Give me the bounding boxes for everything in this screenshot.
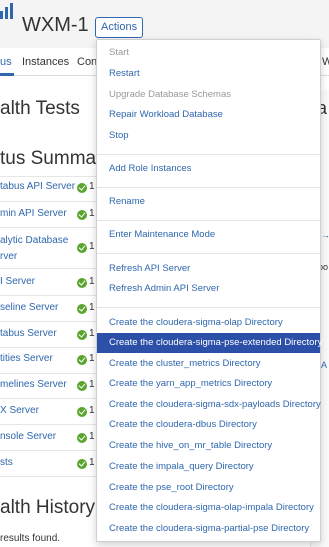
status-row-link[interactable]: tabus API Server <box>0 181 75 192</box>
status-row: melines Server 1 <box>0 379 96 393</box>
check-circle-icon <box>77 459 87 469</box>
status-row-count[interactable]: 1 <box>89 405 95 416</box>
divider <box>0 227 96 228</box>
divider <box>0 268 96 269</box>
status-row: nsole Server 1 <box>0 431 96 445</box>
check-circle-icon <box>77 355 87 365</box>
menu-item-repair-workload-database[interactable]: Repair Workload Database <box>97 105 320 125</box>
status-row-count[interactable]: 1 <box>89 276 95 287</box>
menu-item-create-hive-on-mr-table-dir[interactable]: Create the hive_on_mr_table Directory <box>97 436 320 456</box>
status-row: tities Server 1 <box>0 353 96 367</box>
menu-item-create-sigma-olap-impala-dir[interactable]: Create the cloudera-sigma-olap-impala Di… <box>97 498 320 518</box>
menu-item-create-pse-root-dir[interactable]: Create the pse_root Directory <box>97 478 320 498</box>
tab-instances[interactable]: Instances <box>22 56 69 68</box>
menu-item-create-sigma-olap-dir[interactable]: Create the cloudera-sigma-olap Directory <box>97 313 320 333</box>
menu-separator <box>97 253 320 254</box>
tab-more[interactable]: W <box>322 56 329 68</box>
check-circle-icon <box>77 210 87 220</box>
divider <box>0 321 96 322</box>
check-circle-icon <box>77 433 87 443</box>
check-circle-icon <box>77 183 87 193</box>
status-row: I Server 1 <box>0 276 96 290</box>
divider <box>0 295 96 296</box>
check-circle-icon <box>77 407 87 417</box>
status-row: seline Server 1 <box>0 302 96 316</box>
divider <box>0 201 96 202</box>
menu-item-create-cluster-metrics-dir[interactable]: Create the cluster_metrics Directory <box>97 354 320 374</box>
status-row-link[interactable]: sts <box>0 457 13 468</box>
status-row: X Server 1 <box>0 405 96 419</box>
active-tab-indicator <box>0 73 14 76</box>
status-row-link[interactable]: alytic Database <box>0 235 68 246</box>
menu-item-create-sigma-pse-extended-dir[interactable]: Create the cloudera-sigma-pse-extended D… <box>97 333 322 353</box>
menu-separator <box>97 187 320 188</box>
menu-item-create-sigma-partial-pse-dir[interactable]: Create the cloudera-sigma-partial-pse Di… <box>97 519 320 539</box>
check-circle-icon <box>77 243 87 253</box>
status-row-count[interactable]: 1 <box>89 241 95 252</box>
status-row: sts 1 <box>0 457 96 471</box>
menu-item-create-sigma-sdx-payloads-dir[interactable]: Create the cloudera-sigma-sdx-payloads D… <box>97 395 321 415</box>
menu-item-restart[interactable]: Restart <box>97 64 320 84</box>
status-row-count[interactable]: 1 <box>89 379 95 390</box>
status-row-count[interactable]: 1 <box>89 302 95 313</box>
menu-item-create-yarn-app-metrics-dir[interactable]: Create the yarn_app_metrics Directory <box>97 374 320 394</box>
menu-separator <box>97 307 320 308</box>
check-circle-icon <box>77 381 87 391</box>
status-row-link[interactable]: seline Server <box>0 302 58 313</box>
status-row-link[interactable]: I Server <box>0 276 35 287</box>
panel-link-fragment[interactable]: A <box>321 360 327 370</box>
status-row-link[interactable]: nsole Server <box>0 431 56 442</box>
divider <box>0 450 96 451</box>
menu-item-create-impala-query-dir[interactable]: Create the impala_query Directory <box>97 457 320 477</box>
status-row-link[interactable]: X Server <box>0 405 39 416</box>
menu-item-refresh-api-server[interactable]: Refresh API Server <box>97 259 320 279</box>
status-row-link-cont[interactable]: rver <box>0 251 17 262</box>
status-row-link[interactable]: tabus Server <box>0 328 57 339</box>
actions-dropdown-menu: Start Restart Upgrade Database Schemas R… <box>96 39 322 542</box>
tab-status[interactable]: us <box>0 56 12 68</box>
divider <box>0 476 96 477</box>
status-row-count[interactable]: 1 <box>89 208 95 219</box>
menu-item-start: Start <box>109 47 130 58</box>
divider <box>0 347 96 348</box>
status-row-count[interactable]: 1 <box>89 431 95 442</box>
menu-item-upgrade-database-schemas: Upgrade Database Schemas <box>109 89 231 100</box>
menu-item-rename[interactable]: Rename <box>97 192 320 212</box>
no-results-text: results found. <box>0 533 61 544</box>
menu-separator <box>97 220 320 221</box>
actions-button[interactable]: Actions <box>95 17 143 47</box>
divider <box>0 373 96 374</box>
divider <box>0 424 96 425</box>
menu-item-enter-maintenance-mode[interactable]: Enter Maintenance Mode <box>97 225 320 245</box>
status-row-count[interactable]: 1 <box>89 353 95 364</box>
menu-item-stop[interactable]: Stop <box>97 126 320 146</box>
status-row-link[interactable]: melines Server <box>0 379 67 390</box>
status-row: tabus Server 1 <box>0 328 96 342</box>
status-row-count[interactable]: 1 <box>89 328 95 339</box>
status-row-link[interactable]: tities Server <box>0 353 53 364</box>
health-tests-heading: alth Tests <box>0 98 80 119</box>
divider <box>0 398 96 399</box>
actions-button-label: Actions <box>101 21 138 33</box>
status-row: min API Server 1 <box>0 208 96 222</box>
check-circle-icon <box>77 330 87 340</box>
status-row-count[interactable]: 1 <box>89 181 95 192</box>
status-row-link[interactable]: min API Server <box>0 208 67 219</box>
menu-separator <box>97 154 320 155</box>
check-circle-icon <box>77 304 87 314</box>
page-title: WXM-1 <box>22 14 89 36</box>
menu-item-create-cloudera-dbus-dir[interactable]: Create the cloudera-dbus Directory <box>97 415 320 435</box>
menu-item-add-role-instances[interactable]: Add Role Instances <box>97 159 320 179</box>
check-circle-icon <box>77 278 87 288</box>
status-row: alytic Database rver 1 <box>0 235 96 265</box>
status-row: tabus API Server 1 <box>0 181 96 195</box>
panel-link-fragment[interactable]: → <box>321 230 329 240</box>
health-history-heading: alth History <box>0 497 96 518</box>
divider <box>0 176 96 177</box>
menu-item-refresh-admin-api-server[interactable]: Refresh Admin API Server <box>97 279 320 299</box>
status-row-count[interactable]: 1 <box>89 457 95 468</box>
